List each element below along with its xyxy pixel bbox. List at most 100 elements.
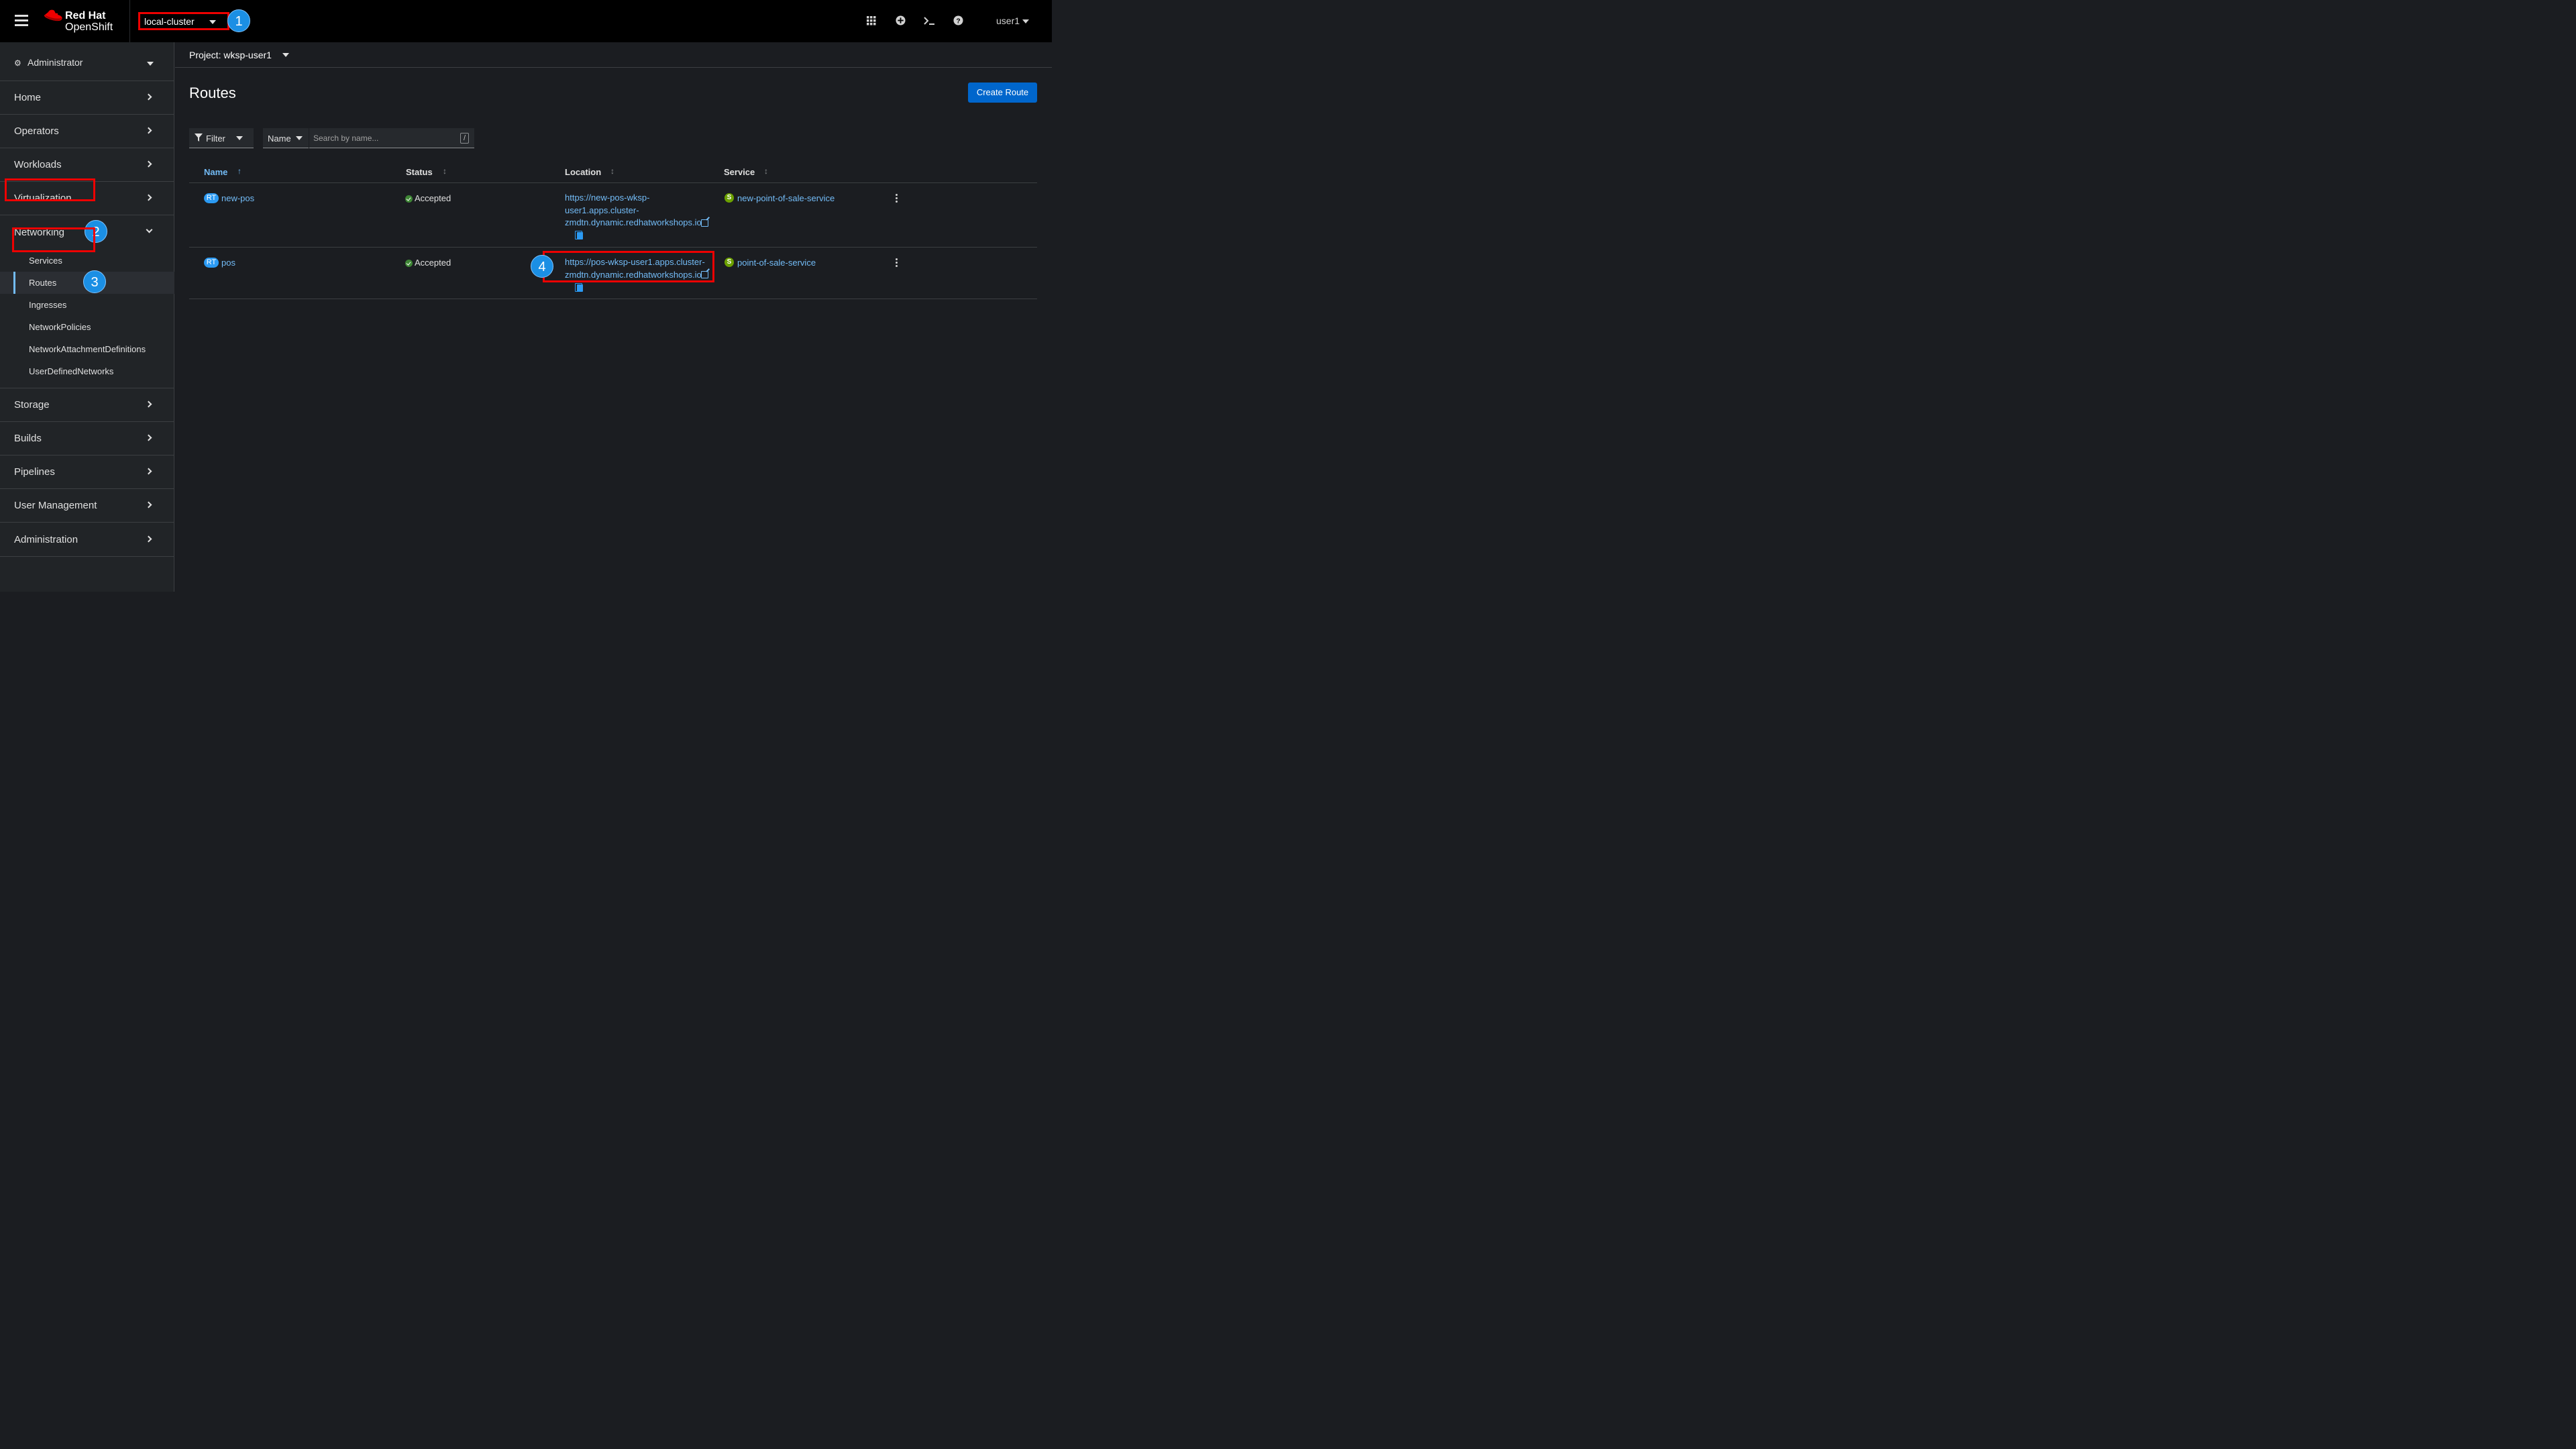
- sidebar-subitem-label: UserDefinedNetworks: [29, 366, 114, 376]
- sort-ascending-icon[interactable]: ↑: [237, 166, 241, 176]
- table-header-divider: [189, 182, 1037, 183]
- create-route-button[interactable]: Create Route: [968, 83, 1037, 103]
- route-badge: RT: [204, 258, 219, 268]
- project-selector[interactable]: Project: wksp-user1: [175, 42, 296, 68]
- terminal-icon[interactable]: [922, 14, 936, 28]
- help-icon[interactable]: ?: [951, 14, 965, 28]
- sidebar: ⚙ Administrator Home Operators Workloads…: [0, 42, 174, 592]
- copy-icon[interactable]: [575, 231, 583, 239]
- chevron-right-icon: [145, 501, 152, 508]
- masthead: Red Hat OpenShift local-cluster 1 ? user…: [0, 0, 1052, 42]
- chevron-down-icon: [236, 136, 243, 140]
- sort-icon[interactable]: ↕: [610, 166, 614, 176]
- filter-dropdown[interactable]: Filter: [189, 128, 254, 148]
- search-input[interactable]: [309, 128, 474, 148]
- annotation-badge-4: 4: [531, 255, 553, 278]
- sidebar-item-user-management[interactable]: User Management: [0, 489, 174, 523]
- external-link-icon[interactable]: [701, 219, 708, 227]
- sidebar-item-label: Administration: [14, 534, 78, 545]
- sidebar-item-label: Home: [14, 92, 42, 103]
- chevron-down-icon: [282, 53, 289, 57]
- sidebar-subitem-services[interactable]: Services: [0, 250, 174, 272]
- sidebar-subitem-networkpolicies[interactable]: NetworkPolicies: [0, 316, 174, 338]
- sidebar-item-builds[interactable]: Builds: [0, 422, 174, 455]
- chevron-right-icon: [145, 434, 152, 441]
- sidebar-item-label: Operators: [14, 125, 59, 137]
- location-line: zmdtn.dynamic.redhatworkshops.io: [565, 217, 702, 227]
- location-line: user1.apps.cluster-: [565, 205, 639, 215]
- cogs-icon: ⚙: [14, 58, 21, 68]
- location-line: https://new-pos-wksp-: [565, 193, 650, 203]
- kebab-menu-icon[interactable]: [896, 194, 898, 203]
- chevron-down-icon: [147, 62, 154, 66]
- sidebar-item-workloads[interactable]: Workloads: [0, 148, 174, 182]
- column-header-service[interactable]: Service: [724, 167, 755, 177]
- route-location-link[interactable]: https://new-pos-wksp- user1.apps.cluster…: [565, 192, 702, 229]
- route-name-link[interactable]: new-pos: [221, 193, 254, 203]
- service-link[interactable]: new-point-of-sale-service: [737, 193, 835, 203]
- sidebar-item-label: Builds: [14, 433, 42, 444]
- brand-line2: OpenShift: [65, 21, 113, 33]
- chevron-down-icon: [296, 136, 303, 140]
- chevron-down-icon: [1022, 19, 1029, 24]
- chevron-down-icon: [146, 226, 153, 233]
- kebab-menu-icon[interactable]: [896, 258, 898, 268]
- chevron-right-icon: [145, 93, 152, 101]
- chevron-right-icon: [145, 127, 152, 134]
- route-badge: RT: [204, 193, 219, 203]
- copy-icon[interactable]: [575, 283, 583, 292]
- route-name-link[interactable]: pos: [221, 258, 235, 268]
- annotation-badge-3: 3: [83, 270, 106, 293]
- sidebar-item-label: Pipelines: [14, 466, 55, 478]
- sidebar-subitem-nads[interactable]: NetworkAttachmentDefinitions: [0, 338, 174, 360]
- sidebar-subitem-label: Services: [29, 256, 62, 266]
- hamburger-menu-icon[interactable]: [15, 15, 28, 27]
- filter-icon: [195, 133, 203, 142]
- page-title: Routes: [189, 85, 236, 101]
- active-indicator: [13, 272, 15, 294]
- service-link[interactable]: point-of-sale-service: [737, 258, 816, 268]
- filter-label: Filter: [206, 133, 225, 144]
- sidebar-item-label: Workloads: [14, 159, 62, 170]
- sidebar-item-label: Storage: [14, 399, 50, 411]
- sidebar-item-pipelines[interactable]: Pipelines: [0, 455, 174, 489]
- search-attribute-select[interactable]: Name: [263, 128, 309, 148]
- sidebar-item-operators[interactable]: Operators: [0, 115, 174, 148]
- user-menu[interactable]: user1: [996, 15, 1029, 26]
- sidebar-item-administration[interactable]: Administration: [0, 523, 174, 557]
- sidebar-subitem-ingresses[interactable]: Ingresses: [0, 294, 174, 316]
- keyboard-shortcut-hint: /: [460, 133, 469, 144]
- sidebar-item-label: User Management: [14, 500, 97, 511]
- sort-icon[interactable]: ↕: [443, 166, 447, 176]
- redhat-hat-icon: [44, 9, 62, 21]
- check-circle-icon: [405, 260, 413, 267]
- grid-icon[interactable]: [865, 14, 878, 28]
- highlight-networking: [5, 178, 95, 201]
- highlight-location: [543, 251, 714, 282]
- highlight-routes: [12, 227, 95, 252]
- column-header-location[interactable]: Location: [565, 167, 601, 177]
- cluster-selector[interactable]: local-cluster: [138, 12, 229, 30]
- chevron-right-icon: [145, 194, 152, 201]
- sort-icon[interactable]: ↕: [764, 166, 768, 176]
- check-circle-icon: [405, 195, 413, 203]
- svg-text:?: ?: [956, 17, 960, 25]
- chevron-right-icon: [145, 400, 152, 408]
- perspective-switcher[interactable]: ⚙ Administrator: [0, 42, 174, 81]
- column-header-name[interactable]: Name: [204, 167, 227, 177]
- plus-circle-icon[interactable]: [894, 14, 907, 28]
- masthead-divider: [129, 0, 130, 42]
- route-status: Accepted: [415, 258, 451, 268]
- sidebar-subitem-label: Routes: [29, 278, 57, 288]
- chevron-right-icon: [145, 535, 152, 543]
- sidebar-item-home[interactable]: Home: [0, 81, 174, 115]
- annotation-badge-1: 1: [227, 9, 250, 32]
- chevron-right-icon: [145, 468, 152, 475]
- sidebar-subitem-label: NetworkPolicies: [29, 322, 91, 332]
- sidebar-subitem-udn[interactable]: UserDefinedNetworks: [0, 360, 174, 382]
- project-selector-label: Project: wksp-user1: [189, 50, 272, 60]
- chevron-down-icon: [209, 20, 216, 24]
- sidebar-item-storage[interactable]: Storage: [0, 388, 174, 422]
- search-attribute-label: Name: [268, 133, 291, 144]
- column-header-status[interactable]: Status: [406, 167, 433, 177]
